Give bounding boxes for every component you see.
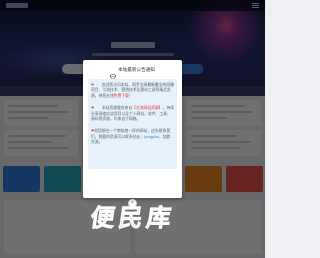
notice-paragraph: ❤ 本站资源整合来自【交流网站资源】，持续分享网络实战项目以及个人网站、软件、工… xyxy=(91,106,174,122)
page: 本站最新公告通知 ❤ 欢迎您访问本站，网罗全网最新最全的网赚项目、引流技术、营销… xyxy=(0,0,265,258)
notice-paragraph: ❤ 欢迎您访问本站，网罗全网最新最全的网赚项目、引流技术、营销技术及建站工具等精… xyxy=(91,83,174,99)
modal-header: 本站最新公告通知 xyxy=(83,65,182,80)
contact-wechat-id[interactable]: lyingplus xyxy=(144,135,159,139)
notice-highlight: 免费下载！ xyxy=(113,93,133,98)
announcement-modal: 本站最新公告通知 ❤ 欢迎您访问本站，网罗全网最新最全的网赚项目、引流技术、营销… xyxy=(83,60,182,198)
diamond-icon xyxy=(109,67,117,80)
notice-highlight: 【交流网站资源】 xyxy=(132,106,163,111)
site-watermark: 便民库 xyxy=(88,205,177,233)
modal-title: 本站最新公告通知 xyxy=(118,67,155,72)
notice-box: ❤ 欢迎您访问本站，网罗全网最新最全的网赚项目、引流技术、营销技术及建站工具等精… xyxy=(88,79,177,169)
notice-paragraph: ❤如您想在一个审核地一样的网站，应先联系我们，想要的资源可以联系站长：lying… xyxy=(91,129,174,145)
notice-text: 本站资源整合来自 xyxy=(94,106,133,111)
